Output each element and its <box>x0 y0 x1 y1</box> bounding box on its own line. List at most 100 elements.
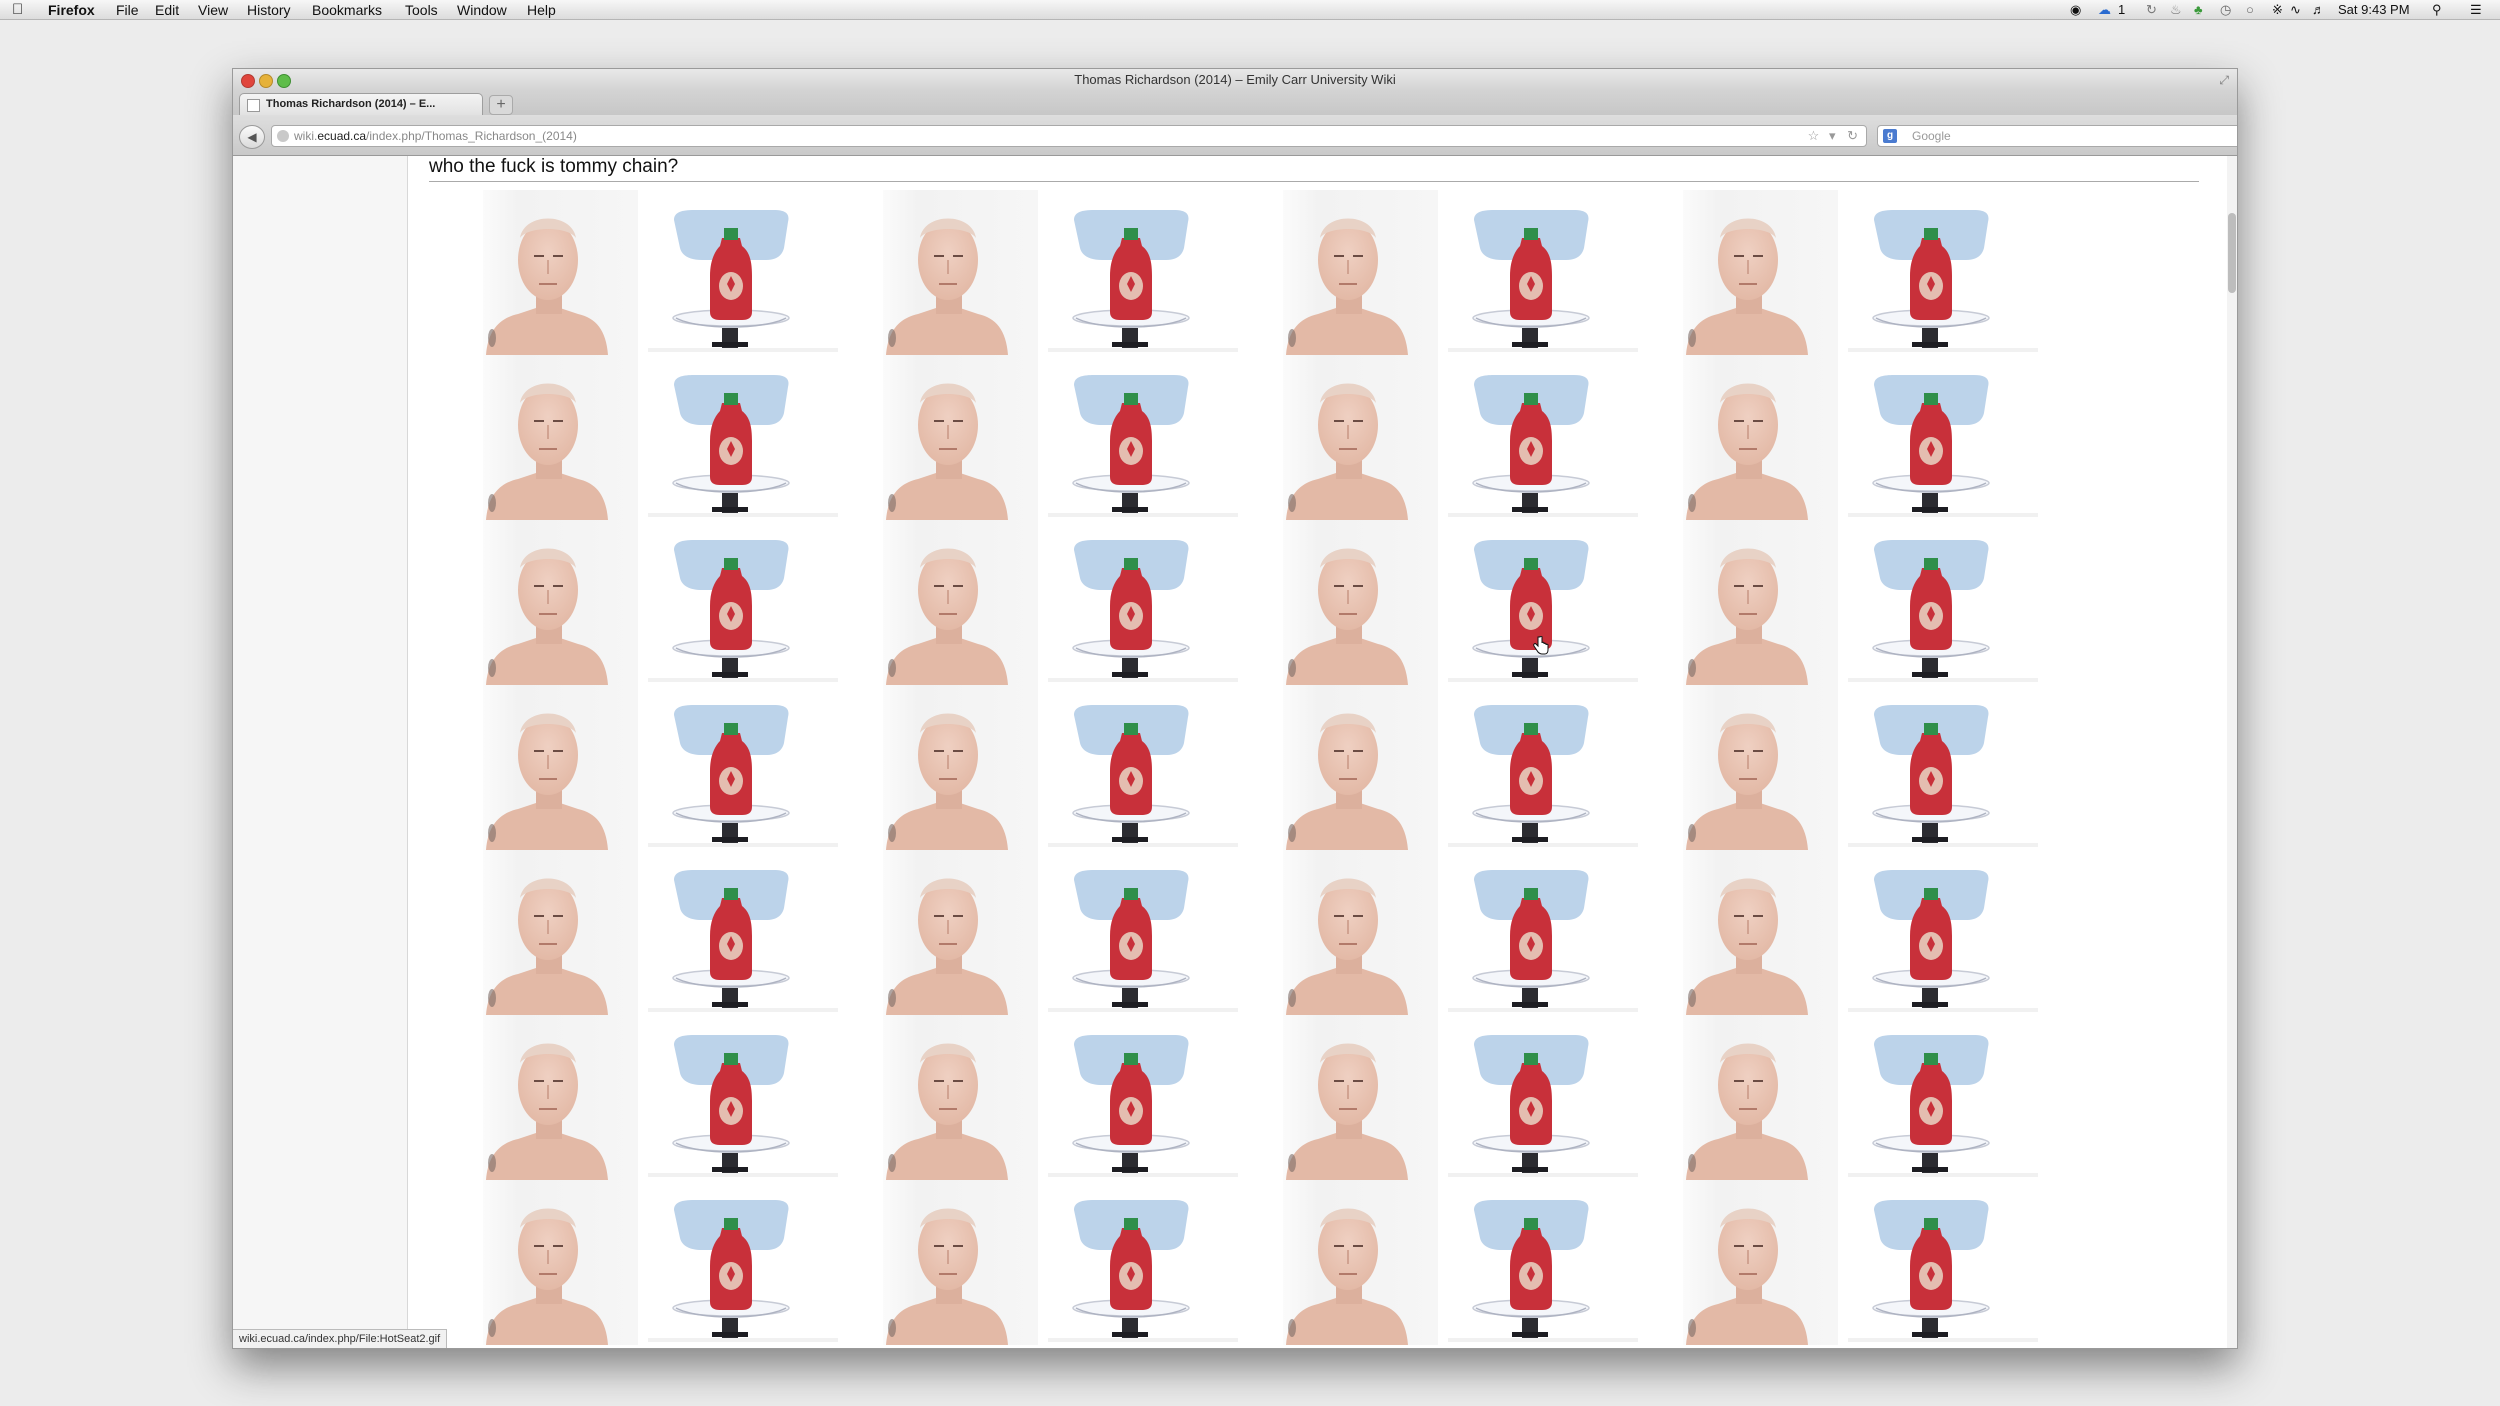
spotlight-icon[interactable]: ⚲ <box>2432 1 2442 19</box>
gallery-hot-sauce-image[interactable] <box>1838 520 2038 685</box>
back-button[interactable]: ◀ <box>239 125 265 149</box>
dropbox-icon[interactable]: ☁ <box>2098 1 2111 19</box>
gallery-hot-sauce-image[interactable] <box>1438 520 1638 685</box>
gallery-hot-sauce-image[interactable] <box>638 685 838 850</box>
zoom-window-icon[interactable] <box>277 74 291 88</box>
gallery-portrait-image[interactable] <box>1638 355 1838 520</box>
gallery-portrait-image[interactable] <box>838 355 1038 520</box>
menu-help[interactable]: Help <box>527 1 556 19</box>
search-input[interactable]: g Google ⚲ <box>1877 125 2237 147</box>
volume-icon[interactable]: ♬ <box>2312 1 2325 19</box>
bluetooth-icon[interactable]: ※ <box>2272 1 2283 19</box>
gallery-hot-sauce-image[interactable] <box>1038 190 1238 355</box>
gallery-portrait-image[interactable] <box>838 685 1038 850</box>
gallery-hot-sauce-image[interactable] <box>638 520 838 685</box>
menubar:  Firefox File Edit View History Bookmar… <box>0 0 2500 20</box>
gallery-portrait-image[interactable] <box>1238 520 1438 685</box>
gallery-portrait-image[interactable] <box>838 520 1038 685</box>
gallery-portrait-image[interactable] <box>1238 685 1438 850</box>
gallery-hot-sauce-image[interactable] <box>1038 520 1238 685</box>
gallery-portrait-image[interactable] <box>1638 850 1838 1015</box>
gallery-portrait-image[interactable] <box>838 1180 1038 1345</box>
gallery-portrait-image[interactable] <box>438 1180 638 1345</box>
gallery-portrait-image[interactable] <box>438 685 638 850</box>
gallery-hot-sauce-image[interactable] <box>1838 355 2038 520</box>
gallery-portrait-image[interactable] <box>1238 850 1438 1015</box>
menu-edit[interactable]: Edit <box>155 1 179 19</box>
gallery-hot-sauce-image[interactable] <box>1438 685 1638 850</box>
gallery-hot-sauce-image[interactable] <box>1038 1180 1238 1345</box>
search-placeholder: Google <box>1912 129 1951 143</box>
notification-center-icon[interactable]: ☰ <box>2470 1 2482 19</box>
gallery-portrait-image[interactable] <box>1238 355 1438 520</box>
menu-file[interactable]: File <box>116 1 139 19</box>
gallery-hot-sauce-image[interactable] <box>1838 685 2038 850</box>
search-engine-icon[interactable]: g <box>1883 129 1897 143</box>
gallery-hot-sauce-image[interactable] <box>1438 190 1638 355</box>
gallery-portrait-image[interactable] <box>438 1015 638 1180</box>
gallery-portrait-image[interactable] <box>838 850 1038 1015</box>
tab-active[interactable]: Thomas Richardson (2014) – E... <box>239 93 483 115</box>
wifi-icon[interactable]: ∿ <box>2290 1 2301 19</box>
gallery-hot-sauce-image[interactable] <box>1438 850 1638 1015</box>
menu-app-firefox[interactable]: Firefox <box>48 1 95 19</box>
sync-icon[interactable]: ↻ <box>2146 1 2157 19</box>
gallery-portrait-image[interactable] <box>1638 520 1838 685</box>
new-tab-button[interactable]: + <box>489 95 513 115</box>
gallery-hot-sauce-image[interactable] <box>638 190 838 355</box>
gallery-portrait-image[interactable] <box>838 1015 1038 1180</box>
menu-tools[interactable]: Tools <box>405 1 438 19</box>
fullscreen-icon[interactable]: ⤢ <box>2219 69 2229 91</box>
time-machine-icon[interactable]: ◷ <box>2220 1 2231 19</box>
site-identity-icon[interactable] <box>277 130 289 142</box>
close-window-icon[interactable] <box>241 74 255 88</box>
gallery-portrait-image[interactable] <box>1638 685 1838 850</box>
gallery-portrait-image[interactable] <box>1238 1180 1438 1345</box>
url-path: /index.php/Thomas_Richardson_(2014) <box>366 129 577 143</box>
gallery-hot-sauce-image[interactable] <box>1438 355 1638 520</box>
gallery-portrait-image[interactable] <box>1638 190 1838 355</box>
gallery-portrait-image[interactable] <box>438 850 638 1015</box>
gallery-hot-sauce-image[interactable] <box>1438 1015 1638 1180</box>
gallery-hot-sauce-image[interactable] <box>1838 1015 2038 1180</box>
menubar-clock[interactable]: Sat 9:43 PM <box>2338 1 2410 19</box>
gallery-hot-sauce-image[interactable] <box>1838 190 2038 355</box>
gallery-portrait-image[interactable] <box>1638 1180 1838 1345</box>
gallery-hot-sauce-image[interactable] <box>1038 1015 1238 1180</box>
minimize-window-icon[interactable] <box>259 74 273 88</box>
gallery-portrait-image[interactable] <box>1638 1015 1838 1180</box>
url-dropdown-icon[interactable]: ▾ <box>1829 128 1836 143</box>
menu-window[interactable]: Window <box>457 1 507 19</box>
vertical-scrollbar[interactable] <box>2227 156 2237 1348</box>
page-favicon-icon <box>247 99 260 112</box>
gallery-hot-sauce-image[interactable] <box>1838 850 2038 1015</box>
menu-view[interactable]: View <box>198 1 228 19</box>
gallery-portrait-image[interactable] <box>1238 1015 1438 1180</box>
evernote-icon[interactable]: ♣ <box>2194 1 2203 19</box>
gallery-portrait-image[interactable] <box>438 355 638 520</box>
reload-icon[interactable]: ↻ <box>1847 128 1858 143</box>
gallery-hot-sauce-image[interactable] <box>1038 685 1238 850</box>
gallery-hot-sauce-image[interactable] <box>638 1015 838 1180</box>
bell-icon[interactable]: ♨ <box>2170 1 2182 19</box>
browser-window: Thomas Richardson (2014) – Emily Carr Un… <box>232 68 2238 1349</box>
growl-icon[interactable]: ○ <box>2246 1 2254 19</box>
gallery-hot-sauce-image[interactable] <box>1038 850 1238 1015</box>
gallery-hot-sauce-image[interactable] <box>638 355 838 520</box>
menu-bookmarks[interactable]: Bookmarks <box>312 1 382 19</box>
gallery-hot-sauce-image[interactable] <box>638 850 838 1015</box>
menu-history[interactable]: History <box>247 1 291 19</box>
address-bar[interactable]: wiki.ecuad.ca/index.php/Thomas_Richardso… <box>271 125 1867 147</box>
bookmark-star-icon[interactable]: ☆ <box>1808 128 1820 143</box>
record-icon[interactable]: ◉ <box>2070 1 2081 19</box>
apple-menu-icon[interactable]:  <box>12 1 23 18</box>
scrollbar-thumb[interactable] <box>2228 213 2236 293</box>
gallery-portrait-image[interactable] <box>438 190 638 355</box>
gallery-hot-sauce-image[interactable] <box>1838 1180 2038 1345</box>
gallery-hot-sauce-image[interactable] <box>1438 1180 1638 1345</box>
gallery-hot-sauce-image[interactable] <box>1038 355 1238 520</box>
gallery-portrait-image[interactable] <box>438 520 638 685</box>
gallery-hot-sauce-image[interactable] <box>638 1180 838 1345</box>
gallery-portrait-image[interactable] <box>838 190 1038 355</box>
gallery-portrait-image[interactable] <box>1238 190 1438 355</box>
